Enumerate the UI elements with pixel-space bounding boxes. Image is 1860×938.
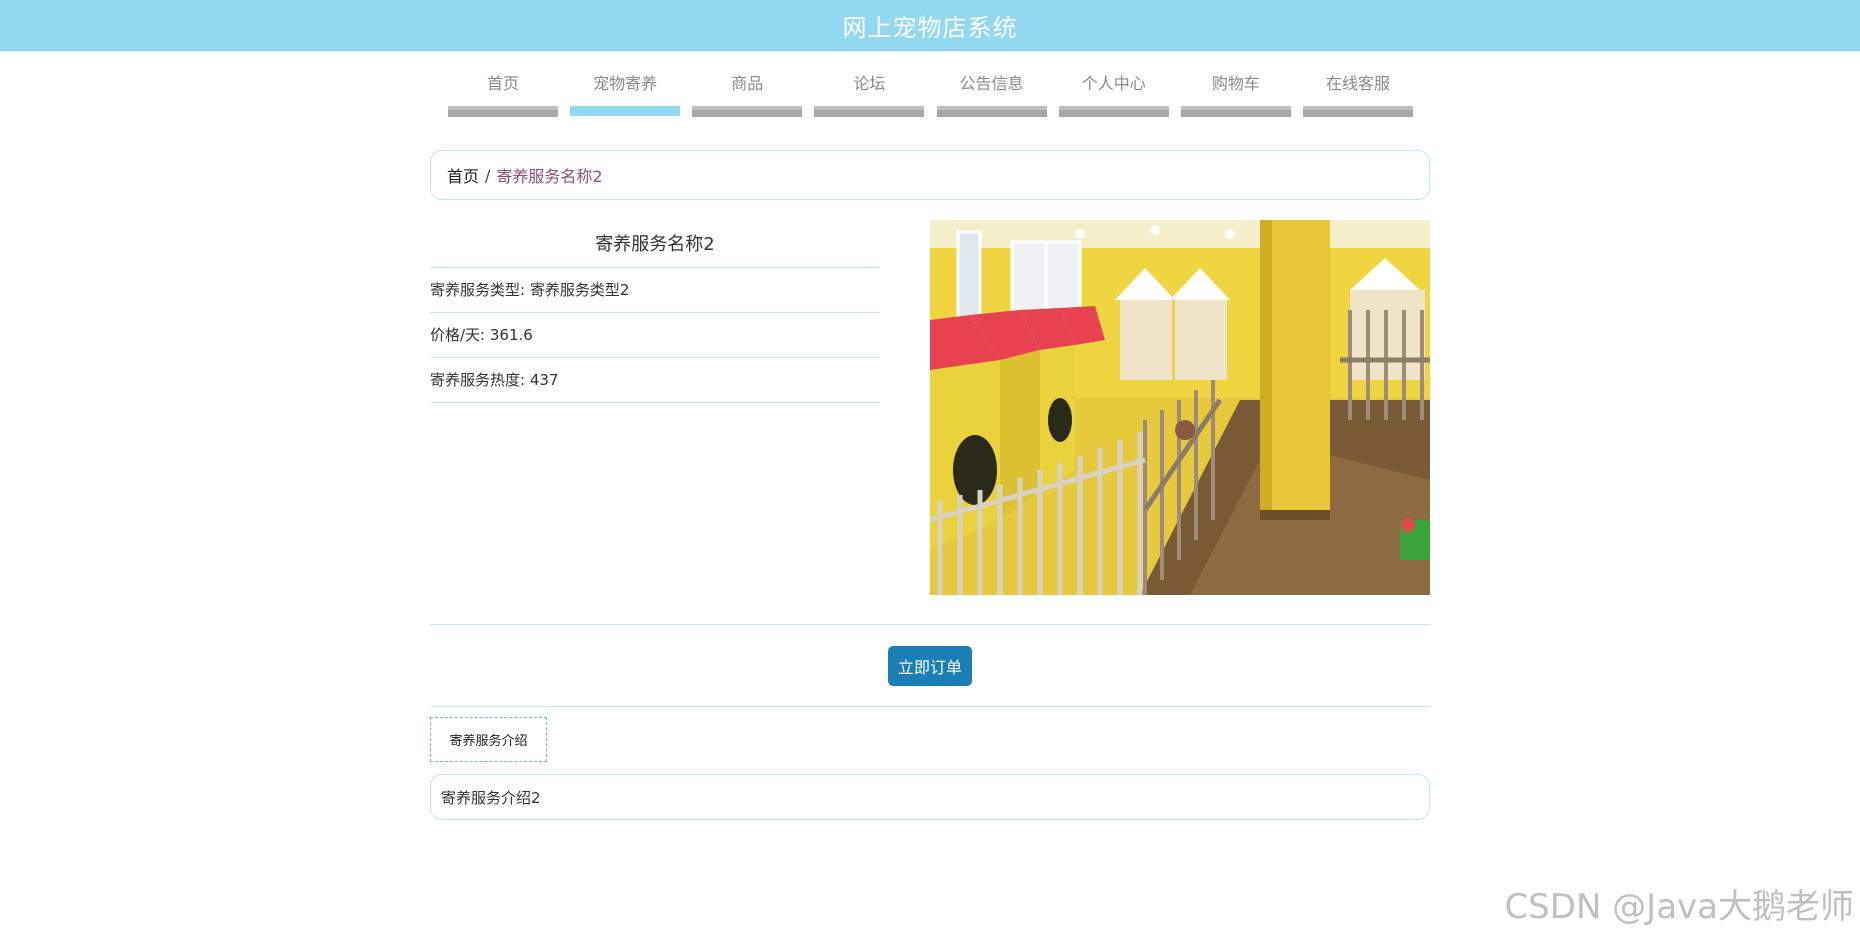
- nav-item-announcements[interactable]: 公告信息: [936, 72, 1047, 117]
- nav-item-label: 购物车: [1211, 74, 1260, 93]
- breadcrumb-home-link[interactable]: 首页: [447, 163, 479, 187]
- nav-item-bar: [570, 106, 681, 116]
- order-now-button[interactable]: 立即订单: [888, 646, 972, 686]
- nav-item-profile[interactable]: 个人中心: [1058, 72, 1169, 117]
- nav-item-online-service[interactable]: 在线客服: [1302, 72, 1413, 117]
- nav-item-bar: [1302, 106, 1413, 117]
- service-detail-panel: 寄养服务名称2 寄养服务类型: 寄养服务类型2 价格/天: 361.6 寄养服务…: [430, 222, 880, 403]
- nav-item-label: 论坛: [853, 74, 886, 93]
- top-banner: 网上宠物店系统: [0, 0, 1860, 51]
- nav-item-label: 个人中心: [1081, 74, 1146, 93]
- nav-item-label: 宠物寄养: [593, 74, 658, 93]
- site-title: 网上宠物店系统: [842, 13, 1018, 42]
- service-title: 寄养服务名称2: [430, 222, 880, 268]
- nav-item-label: 在线客服: [1325, 74, 1390, 93]
- breadcrumb-current: 寄养服务名称2: [496, 167, 603, 186]
- service-price-row: 价格/天: 361.6: [430, 313, 880, 358]
- service-photo: [930, 220, 1430, 595]
- tab-service-intro[interactable]: 寄养服务介绍: [430, 717, 547, 762]
- nav-item-cart[interactable]: 购物车: [1180, 72, 1291, 117]
- pet-boarding-room-illustration: [930, 220, 1430, 595]
- nav-item-products[interactable]: 商品: [692, 72, 803, 117]
- nav-item-bar: [692, 106, 803, 117]
- nav-item-label: 首页: [486, 74, 519, 93]
- section-divider: [430, 706, 1430, 707]
- breadcrumb-separator: /: [485, 165, 491, 185]
- service-type-row: 寄养服务类型: 寄养服务类型2: [430, 268, 880, 313]
- nav-item-bar: [814, 106, 925, 117]
- nav-item-home[interactable]: 首页: [448, 72, 558, 117]
- main-nav: 首页 宠物寄养 商品 论坛 公告信息 个人中心 购物车 在线客服: [448, 72, 1413, 117]
- section-divider: [430, 624, 1430, 625]
- nav-item-label: 商品: [731, 74, 764, 93]
- nav-item-bar: [1058, 106, 1169, 117]
- nav-item-forum[interactable]: 论坛: [814, 72, 925, 117]
- breadcrumb: 首页 / 寄养服务名称2: [430, 150, 1430, 200]
- nav-item-bar: [1180, 106, 1291, 117]
- nav-item-label: 公告信息: [959, 74, 1024, 93]
- service-popularity-row: 寄养服务热度: 437: [430, 358, 880, 403]
- nav-item-bar: [448, 106, 558, 117]
- nav-item-pet-boarding[interactable]: 宠物寄养: [570, 72, 681, 117]
- watermark: CSDN @Java大鹅老师: [1504, 887, 1854, 927]
- service-intro-content: 寄养服务介绍2: [430, 774, 1430, 820]
- nav-item-bar: [936, 106, 1047, 117]
